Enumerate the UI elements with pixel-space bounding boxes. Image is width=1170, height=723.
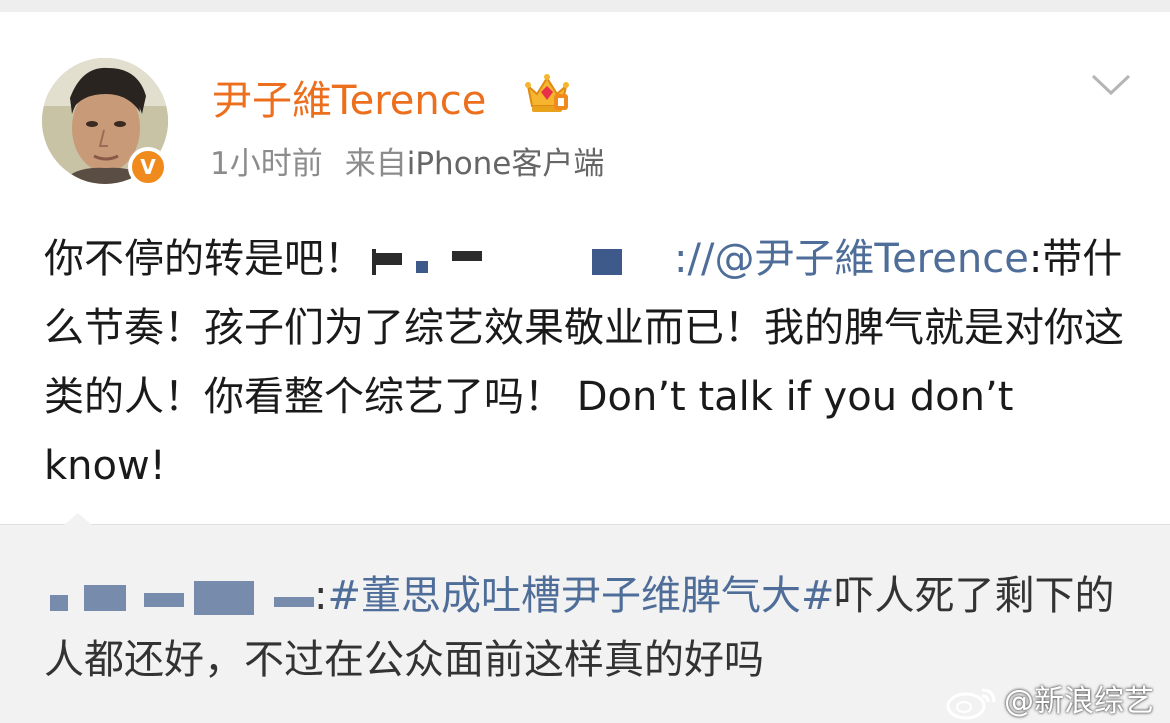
retweet-text: :#董思成吐槽尹子维脾气大#吓人死了剩下的人都还好，不过在公众面前这样真的好吗: [44, 564, 1134, 692]
watermark: @新浪综艺: [944, 676, 1154, 720]
crown-vip-icon[interactable]: [524, 72, 570, 116]
post-text-separator: ://: [674, 236, 715, 282]
user-name-link[interactable]: 尹子維Terence: [212, 68, 486, 126]
redacted-username-blur: [364, 247, 674, 275]
redacted-retweet-user-blur: [44, 581, 314, 615]
hashtag-link[interactable]: #董思成吐槽尹子维脾气大#: [327, 573, 834, 619]
weibo-post-screen: V 尹子維Terence 1小时前 来自iPhone客户端 你不停的转是吧！:…: [0, 0, 1170, 723]
watermark-text: @新浪综艺: [1004, 684, 1154, 719]
post-time: 1小时前: [210, 146, 323, 182]
chevron-down-icon[interactable]: [1090, 72, 1132, 98]
verified-v-icon: V: [128, 147, 168, 187]
source-prefix: 来自: [344, 146, 407, 182]
mention-link[interactable]: @尹子維Terence: [714, 236, 1028, 282]
weibo-logo-icon: [944, 686, 1000, 720]
post-text-lead: 你不停的转是吧！: [44, 236, 364, 282]
retweet-pointer: [64, 513, 92, 525]
post-text: 你不停的转是吧！ ://@尹子維Terence:带什么节奏！孩子们为了综艺效果敬…: [44, 225, 1134, 501]
top-strip: [0, 0, 1170, 12]
retweet-separator: :: [314, 573, 328, 619]
source-client: iPhone客户端: [406, 146, 605, 182]
post-meta: 1小时前 来自iPhone客户端: [210, 138, 604, 183]
